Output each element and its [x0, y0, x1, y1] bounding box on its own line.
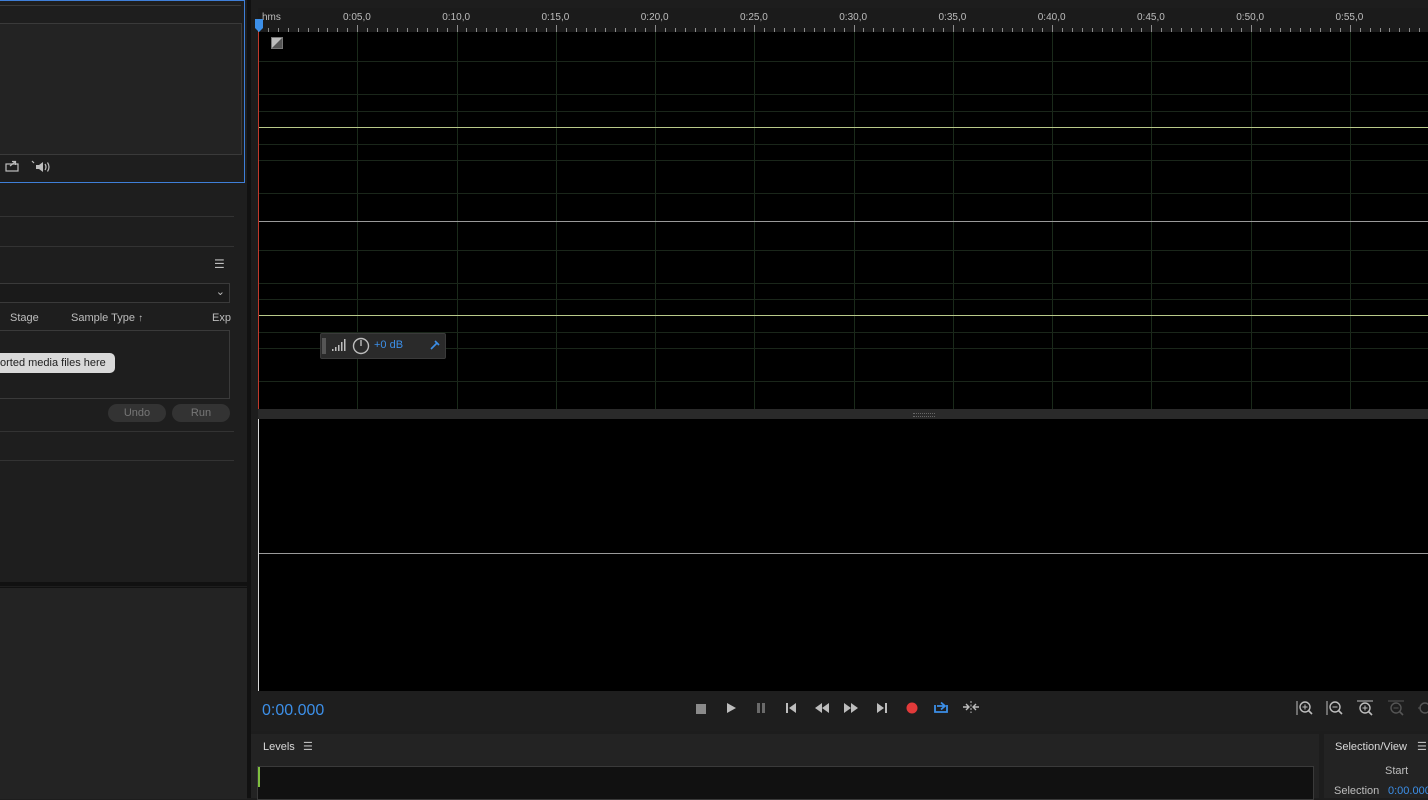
ruler-tick-label: 0:10,0 — [442, 12, 471, 23]
grid-line-horizontal — [258, 381, 1428, 382]
view-splitter[interactable] — [258, 409, 1428, 419]
rewind-icon[interactable] — [812, 700, 832, 720]
grid-line-horizontal — [258, 283, 1428, 284]
start-column-header: Start — [1385, 765, 1409, 777]
skip-selection-icon[interactable] — [961, 700, 981, 720]
ruler-tick-label: 0:05,0 — [343, 12, 371, 23]
divider — [0, 216, 234, 217]
ruler-tick-label: 0:45,0 — [1137, 12, 1165, 23]
ruler-minor-ticks — [258, 25, 1420, 32]
grid-line-horizontal — [258, 250, 1428, 251]
panel-splitter[interactable] — [0, 582, 247, 586]
autoplay-speaker-icon[interactable] — [31, 160, 53, 177]
channel-left-line — [258, 127, 1428, 128]
levels-panel: Levels ☰ — [251, 734, 1319, 800]
pin-icon[interactable] — [428, 338, 442, 357]
level-bars-icon — [331, 339, 347, 357]
splitter-grip — [913, 413, 935, 417]
zoom-full-icon[interactable] — [1414, 700, 1428, 720]
ruler-tick-label: 0:15,0 — [541, 12, 570, 23]
chevron-down-icon: ⌄ — [215, 286, 225, 298]
skip-to-start-icon[interactable] — [781, 700, 801, 720]
selection-row-label: Selection — [1334, 785, 1380, 797]
selection-view-title: Selection/View — [1335, 741, 1407, 753]
panel-menu-icon[interactable]: ☰ — [214, 257, 225, 271]
levels-title: Levels — [263, 741, 295, 753]
grid-line-horizontal — [258, 61, 1428, 62]
gain-knob-icon[interactable] — [352, 337, 370, 360]
play-icon[interactable] — [721, 700, 741, 720]
selection-start-value[interactable]: 0:00.000 — [1388, 785, 1428, 797]
grid-line-horizontal — [258, 299, 1428, 300]
spectral-channel-divider — [258, 553, 1428, 554]
ruler-tick-label: 0:30,0 — [839, 12, 868, 23]
undo-button[interactable]: Undo — [108, 404, 166, 422]
ruler-tick-label: 0:40,0 — [1037, 12, 1066, 23]
sort-up-icon: ↑ — [138, 313, 144, 324]
zoom-out-time-icon[interactable] — [1386, 700, 1406, 720]
left-column: ☰ ⌄ Stage Sample Type ↑ Exp orted media … — [0, 0, 247, 799]
divider — [0, 246, 234, 247]
skip-to-end-icon[interactable] — [872, 700, 892, 720]
preset-dropdown[interactable]: ⌄ — [0, 283, 230, 303]
current-time-display[interactable]: 0:00.000 — [262, 702, 324, 720]
playhead-line — [258, 32, 259, 409]
lower-left-panel — [0, 587, 247, 799]
time-ruler[interactable]: hms 0:05,0 0:10,0 0:15,0 0:20,0 0:25,0 0:30,0… — [255, 8, 1428, 32]
ruler-unit-label: hms — [262, 12, 281, 23]
fade-handle-icon[interactable] — [271, 36, 283, 54]
grid-line-horizontal — [258, 94, 1428, 95]
spectral-playhead-line — [258, 419, 259, 691]
gain-value-text: +0 dB — [374, 339, 404, 351]
channel-divider-line — [258, 221, 1428, 222]
export-icon[interactable] — [5, 159, 19, 175]
level-meter — [257, 766, 1314, 800]
drag-grip-icon[interactable] — [322, 338, 326, 354]
ruler-tick-label: 0:50,0 — [1236, 12, 1265, 23]
transport-bar — [251, 691, 1428, 731]
zoom-out-amplitude-icon[interactable] — [1325, 700, 1345, 720]
pause-icon[interactable] — [751, 700, 771, 720]
ruler-tick-label: 0:25,0 — [740, 12, 768, 23]
grid-line-horizontal — [258, 144, 1428, 145]
gain-value[interactable]: +0 dB — [374, 339, 403, 351]
column-label: Sample Type — [71, 312, 136, 324]
grid-line-horizontal — [258, 193, 1428, 194]
selection-view-panel: Selection/View ☰ Start Selection 0:00.00… — [1324, 734, 1428, 798]
ruler-tick-label: 0:35,0 — [938, 12, 967, 23]
stop-icon[interactable] — [691, 700, 711, 720]
column-header-stage[interactable]: Stage — [10, 312, 39, 324]
volume-hud[interactable]: +0 dB — [320, 333, 446, 359]
level-meter-fill — [258, 767, 260, 787]
files-panel — [0, 0, 245, 183]
selection-view-menu-icon[interactable]: ☰ — [1417, 740, 1427, 753]
zoom-in-amplitude-icon[interactable] — [1295, 700, 1315, 720]
vertical-splitter[interactable] — [247, 0, 251, 798]
column-header-sample-type[interactable]: Sample Type ↑ — [71, 312, 143, 324]
grid-line-horizontal — [258, 160, 1428, 161]
column-header-exp[interactable]: Exp — [212, 312, 231, 324]
run-button[interactable]: Run — [172, 404, 230, 422]
levels-menu-icon[interactable]: ☰ — [303, 740, 313, 753]
divider — [0, 460, 234, 461]
fast-forward-icon[interactable] — [841, 700, 861, 720]
ruler-tick-label: 0:55,0 — [1335, 12, 1364, 23]
spectral-display[interactable] — [258, 419, 1428, 691]
zoom-in-time-icon[interactable] — [1355, 700, 1375, 720]
record-icon[interactable] — [902, 700, 922, 720]
ruler-tick-label: 0:20,0 — [640, 12, 669, 23]
channel-right-line — [258, 315, 1428, 316]
loop-playback-icon[interactable] — [931, 700, 951, 720]
divider — [0, 431, 234, 432]
files-list-area[interactable] — [0, 23, 242, 155]
grid-line-horizontal — [258, 111, 1428, 112]
drop-hint-tooltip: orted media files here — [0, 353, 115, 373]
panel-header-strip — [0, 1, 241, 6]
